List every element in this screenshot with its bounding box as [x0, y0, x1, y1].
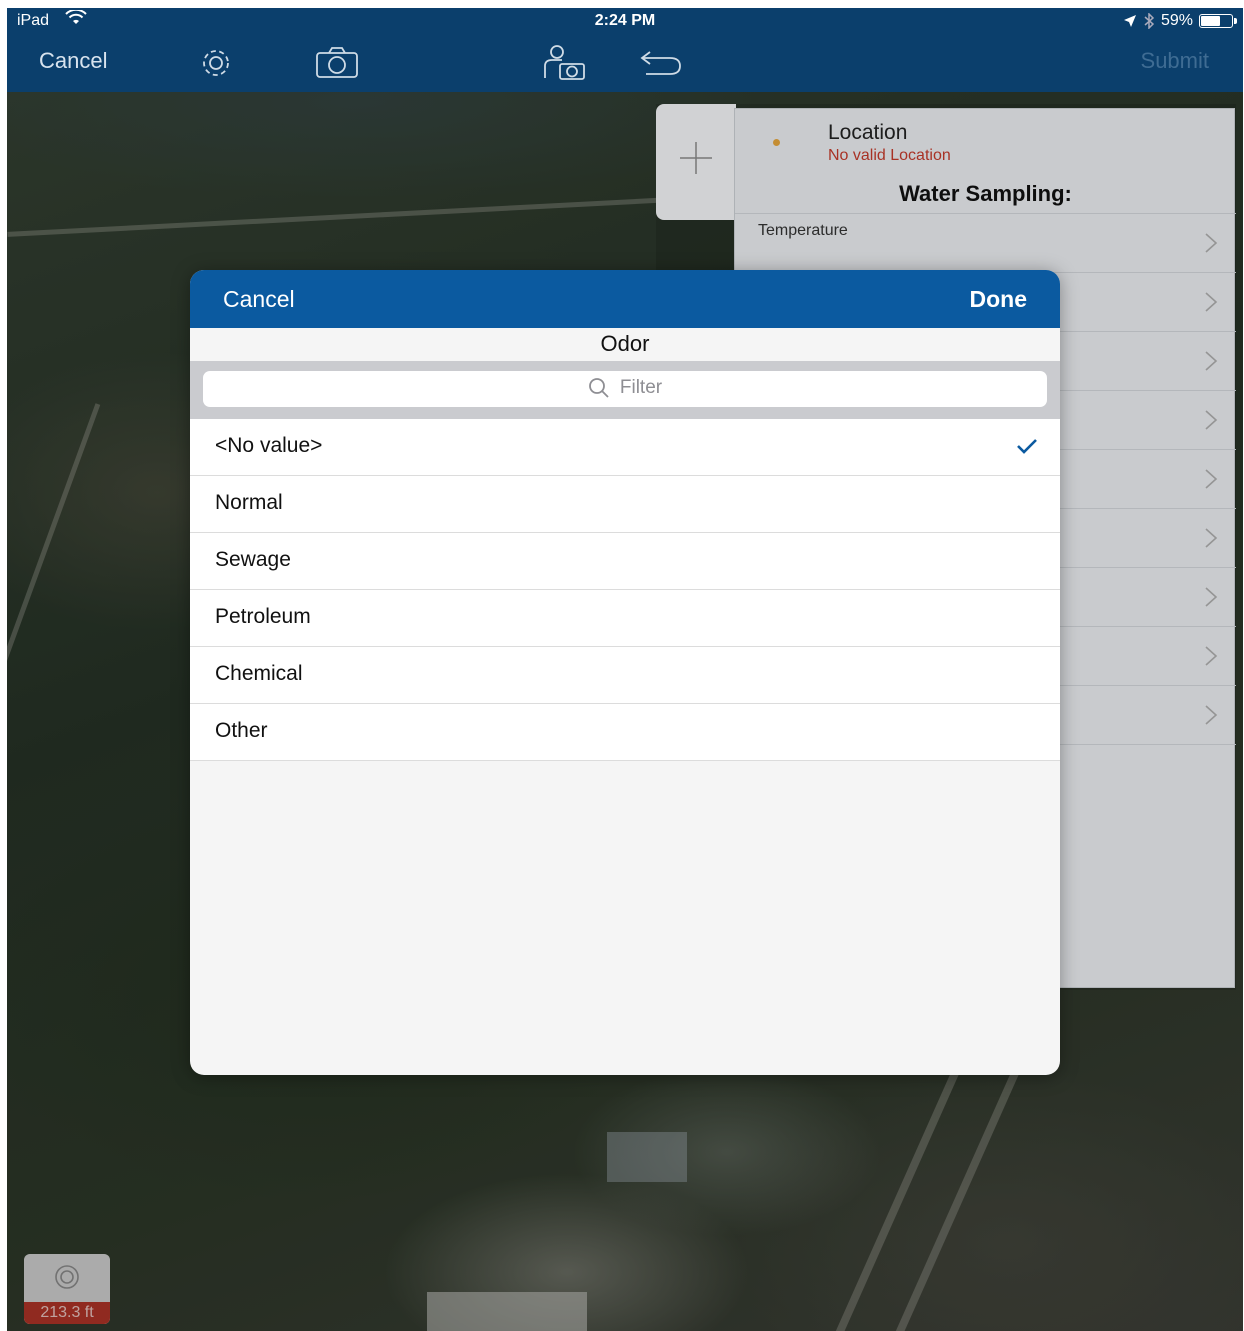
location-status: No valid Location: [828, 147, 951, 164]
picker-title: Odor: [190, 328, 1060, 361]
option-row-normal[interactable]: Normal: [190, 476, 1060, 533]
picker-cancel-button[interactable]: Cancel: [223, 286, 295, 313]
chevron-right-icon: [1205, 646, 1218, 666]
filter-bar: Filter: [190, 361, 1060, 419]
form-heading: Water Sampling:: [735, 181, 1236, 207]
ipad-screen: iPad 2:24 PM 59% Cancel Submit Location …: [7, 8, 1243, 1331]
option-row-other[interactable]: Other: [190, 704, 1060, 761]
picker-header: Cancel Done: [190, 270, 1060, 328]
undo-icon[interactable]: [636, 44, 684, 82]
cancel-button[interactable]: Cancel: [39, 48, 107, 74]
gps-dim-overlay: [24, 1254, 110, 1324]
checkmark-icon: [1017, 439, 1037, 454]
chevron-right-icon: [1205, 705, 1218, 725]
option-label: Petroleum: [215, 605, 311, 628]
odor-picker-modal: Cancel Done Odor Filter <No value> Norma…: [190, 270, 1060, 1075]
chevron-right-icon: [1205, 292, 1218, 312]
plus-icon: [680, 142, 712, 174]
top-bar: iPad 2:24 PM 59% Cancel Submit: [7, 8, 1243, 92]
option-list: <No value> Normal Sewage Petroleum Chemi…: [190, 419, 1060, 761]
filter-input[interactable]: Filter: [203, 371, 1047, 407]
chevron-right-icon: [1205, 351, 1218, 371]
search-icon: [588, 378, 609, 398]
form-row-temperature[interactable]: Temperature: [735, 213, 1236, 272]
option-label: Normal: [215, 491, 283, 514]
option-row-petroleum[interactable]: Petroleum: [190, 590, 1060, 647]
chevron-right-icon: [1205, 587, 1218, 607]
chevron-right-icon: [1205, 233, 1218, 253]
option-row-no-value[interactable]: <No value>: [190, 419, 1060, 476]
option-label: <No value>: [215, 434, 323, 457]
form-row-label: Temperature: [758, 222, 848, 239]
picker-done-button[interactable]: Done: [970, 286, 1028, 313]
battery-icon: [1199, 14, 1237, 28]
option-row-sewage[interactable]: Sewage: [190, 533, 1060, 590]
form-heading-text: Water Sampling:: [899, 181, 1072, 206]
gps-accuracy-widget[interactable]: 213.3 ft: [24, 1254, 110, 1324]
location-title[interactable]: Location: [828, 121, 907, 145]
battery-percent: 59%: [1160, 12, 1193, 29]
filter-placeholder: Filter: [619, 377, 663, 398]
option-label: Sewage: [215, 548, 291, 571]
camera-icon[interactable]: [313, 44, 361, 82]
gear-icon[interactable]: [192, 44, 240, 82]
chevron-right-icon: [1205, 410, 1218, 430]
location-arrow-icon: [1123, 15, 1136, 27]
chevron-right-icon: [1205, 528, 1218, 548]
status-right: 59%: [1123, 12, 1237, 30]
submit-button[interactable]: Submit: [1141, 48, 1209, 74]
option-label: Chemical: [215, 662, 303, 685]
status-time: 2:24 PM: [594, 12, 656, 29]
chevron-right-icon: [1205, 469, 1218, 489]
bluetooth-icon: [1144, 13, 1155, 29]
location-dot-icon: [773, 139, 780, 146]
person-camera-icon[interactable]: [540, 44, 588, 82]
add-feature-tab[interactable]: [656, 104, 736, 220]
option-label: Other: [215, 719, 268, 742]
option-row-chemical[interactable]: Chemical: [190, 647, 1060, 704]
